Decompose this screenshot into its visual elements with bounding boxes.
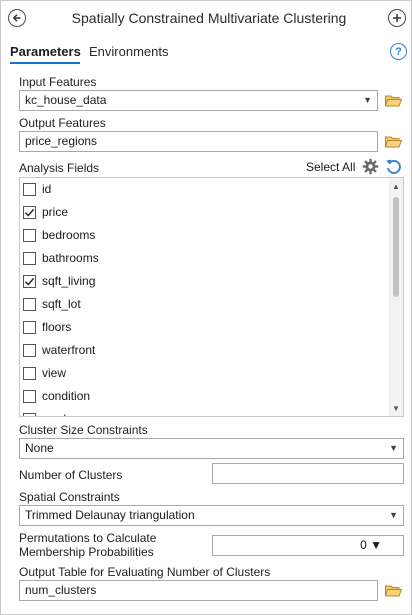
analysis-field-item[interactable]: price: [23, 202, 68, 222]
scroll-up-arrow-icon[interactable]: ▲: [389, 179, 403, 193]
output-features-value: price_regions: [25, 134, 98, 148]
analysis-field-label: view: [42, 366, 67, 380]
analysis-field-item[interactable]: waterfront: [23, 340, 95, 360]
checkbox[interactable]: [23, 251, 36, 265]
analysis-field-label: waterfront: [42, 343, 96, 357]
output-table-value: num_clusters: [25, 583, 97, 597]
analysis-field-label: floors: [42, 320, 72, 334]
analysis-field-label: sqft_living: [42, 274, 96, 288]
analysis-field-item[interactable]: sqft_lot: [23, 294, 81, 314]
chevron-down-icon: ▼: [363, 95, 372, 105]
add-button[interactable]: [388, 9, 406, 27]
checkbox-checked[interactable]: [23, 274, 36, 288]
output-table-label: Output Table for Evaluating Number of Cl…: [19, 565, 271, 579]
checkmark-icon: [24, 277, 35, 286]
checkbox[interactable]: [23, 228, 36, 242]
cluster-size-constraints-dropdown[interactable]: None ▼: [19, 438, 404, 459]
analysis-field-label: id: [42, 182, 52, 196]
cluster-size-constraints-label: Cluster Size Constraints: [19, 423, 148, 437]
analysis-field-item[interactable]: floors: [23, 317, 71, 337]
permutations-value: 0: [360, 538, 367, 552]
plus-icon: [393, 14, 401, 22]
cluster-size-constraints-value: None: [25, 441, 54, 455]
analysis-field-label: bathrooms: [42, 251, 99, 265]
permutations-input[interactable]: 0 ▼: [212, 535, 404, 556]
chevron-down-icon: ▼: [389, 443, 398, 453]
checkbox[interactable]: [23, 389, 36, 403]
chevron-down-icon: ▼: [370, 538, 382, 552]
gear-icon[interactable]: [362, 158, 379, 175]
analysis-field-item[interactable]: bathrooms: [23, 248, 99, 268]
analysis-field-item[interactable]: bedrooms: [23, 225, 95, 245]
analysis-field-item[interactable]: condition: [23, 386, 90, 406]
analysis-field-label: sqft_lot: [42, 297, 81, 311]
analysis-field-label: price: [42, 205, 69, 219]
scroll-down-arrow-icon[interactable]: ▼: [389, 401, 403, 415]
tab-parameters[interactable]: Parameters: [10, 44, 81, 59]
number-of-clusters-label: Number of Clusters: [19, 468, 123, 482]
reset-icon[interactable]: [385, 158, 402, 175]
active-tab-indicator: [10, 62, 80, 64]
checkbox[interactable]: [23, 343, 36, 357]
tool-pane: Spatially Constrained Multivariate Clust…: [0, 0, 412, 615]
analysis-fields-list[interactable]: grade condition view waterfront floors sqft_l…: [19, 177, 404, 417]
scrollbar[interactable]: ▲ ▼: [389, 178, 403, 416]
folder-icon[interactable]: [385, 135, 402, 148]
checkbox[interactable]: [23, 320, 36, 334]
input-features-dropdown[interactable]: kc_house_data ▼: [19, 90, 378, 111]
checkbox-checked[interactable]: [23, 205, 36, 219]
spatial-constraints-label: Spatial Constraints: [19, 490, 120, 504]
folder-icon[interactable]: [385, 584, 402, 597]
analysis-field-label: condition: [42, 389, 91, 403]
analysis-field-item[interactable]: id: [23, 179, 51, 199]
checkbox[interactable]: [23, 182, 36, 196]
input-features-label: Input Features: [19, 75, 97, 89]
analysis-field-label: grade: [42, 412, 73, 416]
analysis-fields-label: Analysis Fields: [19, 161, 100, 175]
arrow-left-icon: [12, 14, 21, 22]
pane-header: Spatially Constrained Multivariate Clust…: [1, 1, 412, 37]
number-of-clusters-input[interactable]: [212, 463, 404, 484]
spatial-constraints-value: Trimmed Delaunay triangulation: [25, 508, 195, 522]
permutations-label-line2: Membership Probabilities: [19, 545, 154, 559]
analysis-field-label: bedrooms: [42, 228, 96, 242]
checkbox[interactable]: [23, 297, 36, 311]
select-all-button[interactable]: Select All: [306, 160, 355, 174]
output-features-label: Output Features: [19, 116, 106, 130]
input-features-value: kc_house_data: [25, 93, 107, 107]
spatial-constraints-dropdown[interactable]: Trimmed Delaunay triangulation ▼: [19, 505, 404, 526]
checkmark-icon: [24, 208, 35, 217]
back-button[interactable]: [8, 9, 26, 27]
checkbox[interactable]: [23, 366, 36, 380]
chevron-down-icon: ▼: [389, 510, 398, 520]
output-table-input[interactable]: num_clusters: [19, 580, 378, 601]
tool-title: Spatially Constrained Multivariate Clust…: [71, 10, 347, 26]
tab-environments[interactable]: Environments: [89, 44, 168, 59]
help-icon[interactable]: ?: [390, 43, 407, 60]
analysis-field-item[interactable]: grade: [23, 409, 73, 416]
output-features-input[interactable]: price_regions: [19, 131, 378, 152]
checkbox[interactable]: [23, 412, 36, 416]
analysis-field-item[interactable]: sqft_living: [23, 271, 95, 291]
permutations-label-line1: Permutations to Calculate: [19, 531, 157, 545]
analysis-field-item[interactable]: view: [23, 363, 66, 383]
folder-icon[interactable]: [385, 94, 402, 107]
scroll-thumb[interactable]: [393, 197, 399, 297]
